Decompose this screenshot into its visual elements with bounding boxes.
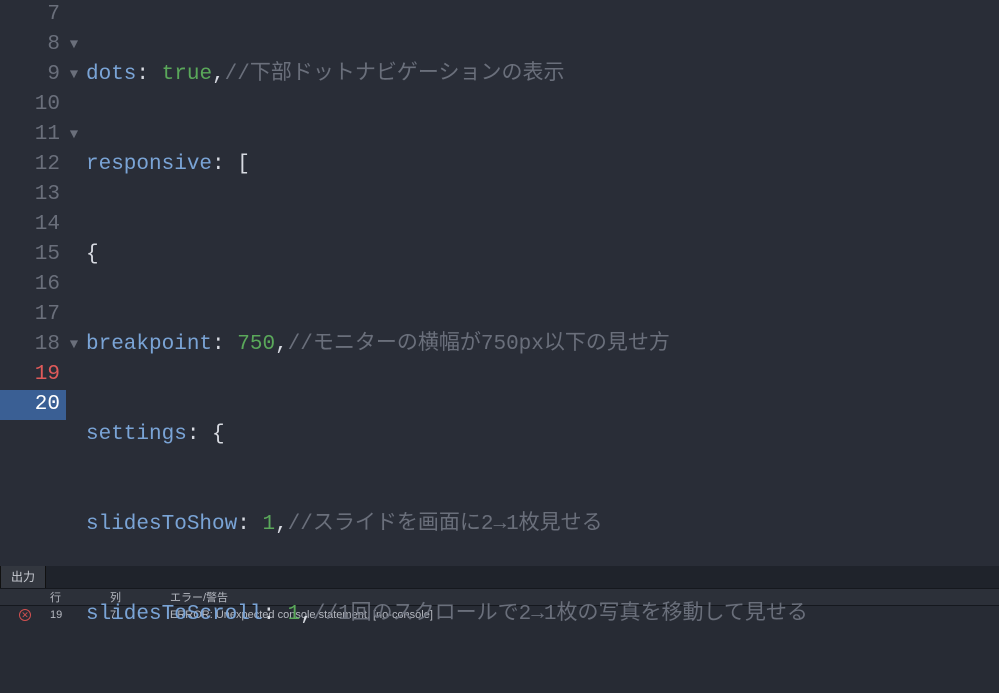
code-line[interactable]: slidesToScroll: 1,//1回のスクロールで2→1枚の写真を移動し… <box>86 600 905 630</box>
number: 1 <box>288 603 301 626</box>
code-line[interactable]: settings: { <box>86 420 905 450</box>
fold-arrow-icon[interactable]: ▼ <box>66 60 82 90</box>
fold-arrow-icon[interactable]: ▼ <box>66 30 82 60</box>
fold-spacer <box>66 300 82 330</box>
fold-arrow-icon[interactable]: ▼ <box>66 330 82 360</box>
property-key: slidesToScroll <box>86 603 262 626</box>
fold-spacer <box>66 150 82 180</box>
punct: , <box>300 603 313 626</box>
error-icon: ✕ <box>0 609 50 621</box>
comment: //下部ドットナビゲーションの表示 <box>225 63 565 86</box>
property-key: dots <box>86 63 136 86</box>
line-number[interactable]: 16 <box>0 270 66 300</box>
code-line[interactable]: responsive: [ <box>86 150 905 180</box>
code-line[interactable]: dots: true,//下部ドットナビゲーションの表示 <box>86 60 905 90</box>
punct: : <box>262 603 287 626</box>
property-key: slidesToShow <box>86 513 237 536</box>
code-line[interactable]: breakpoint: 750,//モニターの横幅が750px以下の見せ方 <box>86 330 905 360</box>
line-number[interactable]: 9 <box>0 60 66 90</box>
output-tab[interactable]: 出力 <box>0 564 46 588</box>
code-line[interactable]: { <box>86 240 905 270</box>
line-number[interactable]: 13 <box>0 180 66 210</box>
fold-spacer <box>66 240 82 270</box>
comment: //スライドを画面に2→1枚見せる <box>288 513 603 536</box>
punct: : [ <box>212 153 250 176</box>
fold-spacer <box>66 90 82 120</box>
line-number-gutter[interactable]: 7891011121314151617181920 <box>0 0 66 566</box>
fold-spacer <box>66 360 82 390</box>
punct: : <box>136 63 161 86</box>
fold-gutter[interactable]: ▼▼▼▼ <box>66 0 82 420</box>
code-line[interactable]: slidesToShow: 1,//スライドを画面に2→1枚見せる <box>86 510 905 540</box>
punct: : <box>212 333 237 356</box>
literal-true: true <box>162 63 212 86</box>
line-number[interactable]: 7 <box>0 0 66 30</box>
line-number[interactable]: 15 <box>0 240 66 270</box>
fold-arrow-icon[interactable]: ▼ <box>66 120 82 150</box>
brace: { <box>86 243 99 266</box>
fold-spacer <box>66 210 82 240</box>
punct: , <box>212 63 225 86</box>
property-key: breakpoint <box>86 333 212 356</box>
fold-spacer <box>66 390 82 420</box>
fold-spacer <box>66 0 82 30</box>
line-number[interactable]: 12 <box>0 150 66 180</box>
code-editor[interactable]: 7891011121314151617181920 ▼▼▼▼ dots: tru… <box>0 0 999 566</box>
number: 1 <box>262 513 275 536</box>
punct: : <box>237 513 262 536</box>
line-number[interactable]: 14 <box>0 210 66 240</box>
comment: //モニターの横幅が750px以下の見せ方 <box>288 333 670 356</box>
fold-spacer <box>66 270 82 300</box>
line-number[interactable]: 18 <box>0 330 66 360</box>
code-area[interactable]: dots: true,//下部ドットナビゲーションの表示 responsive:… <box>66 0 905 566</box>
punct: : { <box>187 423 225 446</box>
property-key: settings <box>86 423 187 446</box>
line-number[interactable]: 20 <box>0 390 66 420</box>
line-number[interactable]: 19 <box>0 360 66 390</box>
number: 750 <box>237 333 275 356</box>
punct: , <box>275 513 288 536</box>
property-key: responsive <box>86 153 212 176</box>
comment: //1回のスクロールで2→1枚の写真を移動して見せる <box>313 603 808 626</box>
fold-spacer <box>66 180 82 210</box>
line-number[interactable]: 8 <box>0 30 66 60</box>
line-number[interactable]: 10 <box>0 90 66 120</box>
line-number[interactable]: 17 <box>0 300 66 330</box>
punct: , <box>275 333 288 356</box>
line-number[interactable]: 11 <box>0 120 66 150</box>
